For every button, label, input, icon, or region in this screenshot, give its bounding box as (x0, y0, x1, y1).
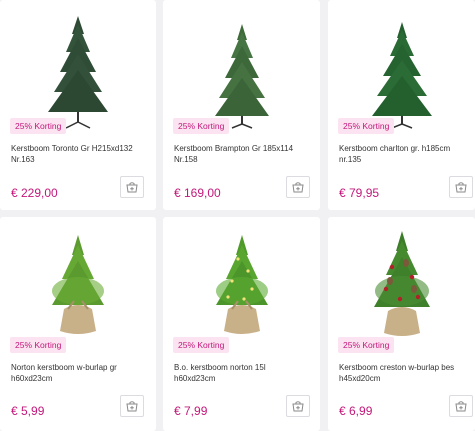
product-image[interactable] (328, 217, 475, 347)
discount-badge: 25% Korting (10, 118, 67, 134)
product-price: € 79,95 (339, 186, 380, 200)
add-to-cart-icon (126, 400, 138, 411)
tree-image-icon (371, 22, 432, 129)
product-card[interactable]: 25% Korting Kerstboom creston w-burlap b… (328, 217, 475, 431)
add-to-cart-button[interactable] (449, 395, 473, 417)
discount-badge: 25% Korting (173, 337, 230, 353)
discount-badge: 25% Korting (10, 337, 67, 353)
add-to-cart-icon (455, 400, 467, 411)
product-image[interactable] (163, 217, 320, 347)
product-image[interactable] (0, 0, 156, 130)
product-image[interactable] (163, 0, 320, 130)
product-title[interactable]: Kerstboom charlton gr. h185cm nr.135 (339, 143, 474, 165)
product-card[interactable]: 25% Korting B.o. kerstboom norton 15l h6… (163, 217, 320, 431)
product-grid: 25% Korting Kerstboom Toronto Gr H215xd1… (0, 0, 475, 431)
product-image[interactable] (328, 0, 475, 130)
tree-image-icon (52, 235, 104, 334)
product-title[interactable]: Kerstboom creston w-burlap bes h45xd20cm (339, 362, 474, 384)
product-price: € 7,99 (174, 404, 208, 418)
product-title[interactable]: B.o. kerstboom norton 15l h60xd23cm (174, 362, 309, 384)
add-to-cart-button[interactable] (449, 176, 473, 198)
product-card[interactable]: 25% Korting Kerstboom Brampton Gr 185x11… (163, 0, 320, 210)
product-price: € 5,99 (11, 404, 45, 418)
product-card[interactable]: 25% Korting Kerstboom charlton gr. h185c… (328, 0, 475, 210)
add-to-cart-button[interactable] (286, 176, 310, 198)
discount-badge: 25% Korting (338, 337, 395, 353)
product-title[interactable]: Kerstboom Brampton Gr 185x114 Nr.158 (174, 143, 309, 165)
tree-image-icon (214, 24, 269, 129)
add-to-cart-icon (292, 400, 304, 411)
add-to-cart-icon (292, 181, 304, 192)
product-card[interactable]: 25% Korting Kerstboom Toronto Gr H215xd1… (0, 0, 156, 210)
product-title[interactable]: Kerstboom Toronto Gr H215xd132 Nr.163 (11, 143, 146, 165)
product-image[interactable] (0, 217, 156, 347)
add-to-cart-icon (455, 181, 467, 192)
add-to-cart-button[interactable] (120, 176, 144, 198)
discount-badge: 25% Korting (338, 118, 395, 134)
tree-image-icon (215, 235, 268, 334)
product-title[interactable]: Norton kerstboom w-burlap gr h60xd23cm (11, 362, 146, 384)
product-price: € 169,00 (174, 186, 221, 200)
product-card[interactable]: 25% Korting Norton kerstboom w-burlap gr… (0, 217, 156, 431)
product-price: € 229,00 (11, 186, 58, 200)
tree-image-icon (48, 16, 108, 129)
discount-badge: 25% Korting (173, 118, 230, 134)
tree-image-icon (373, 231, 430, 336)
add-to-cart-button[interactable] (120, 395, 144, 417)
product-price: € 6,99 (339, 404, 373, 418)
add-to-cart-button[interactable] (286, 395, 310, 417)
add-to-cart-icon (126, 181, 138, 192)
